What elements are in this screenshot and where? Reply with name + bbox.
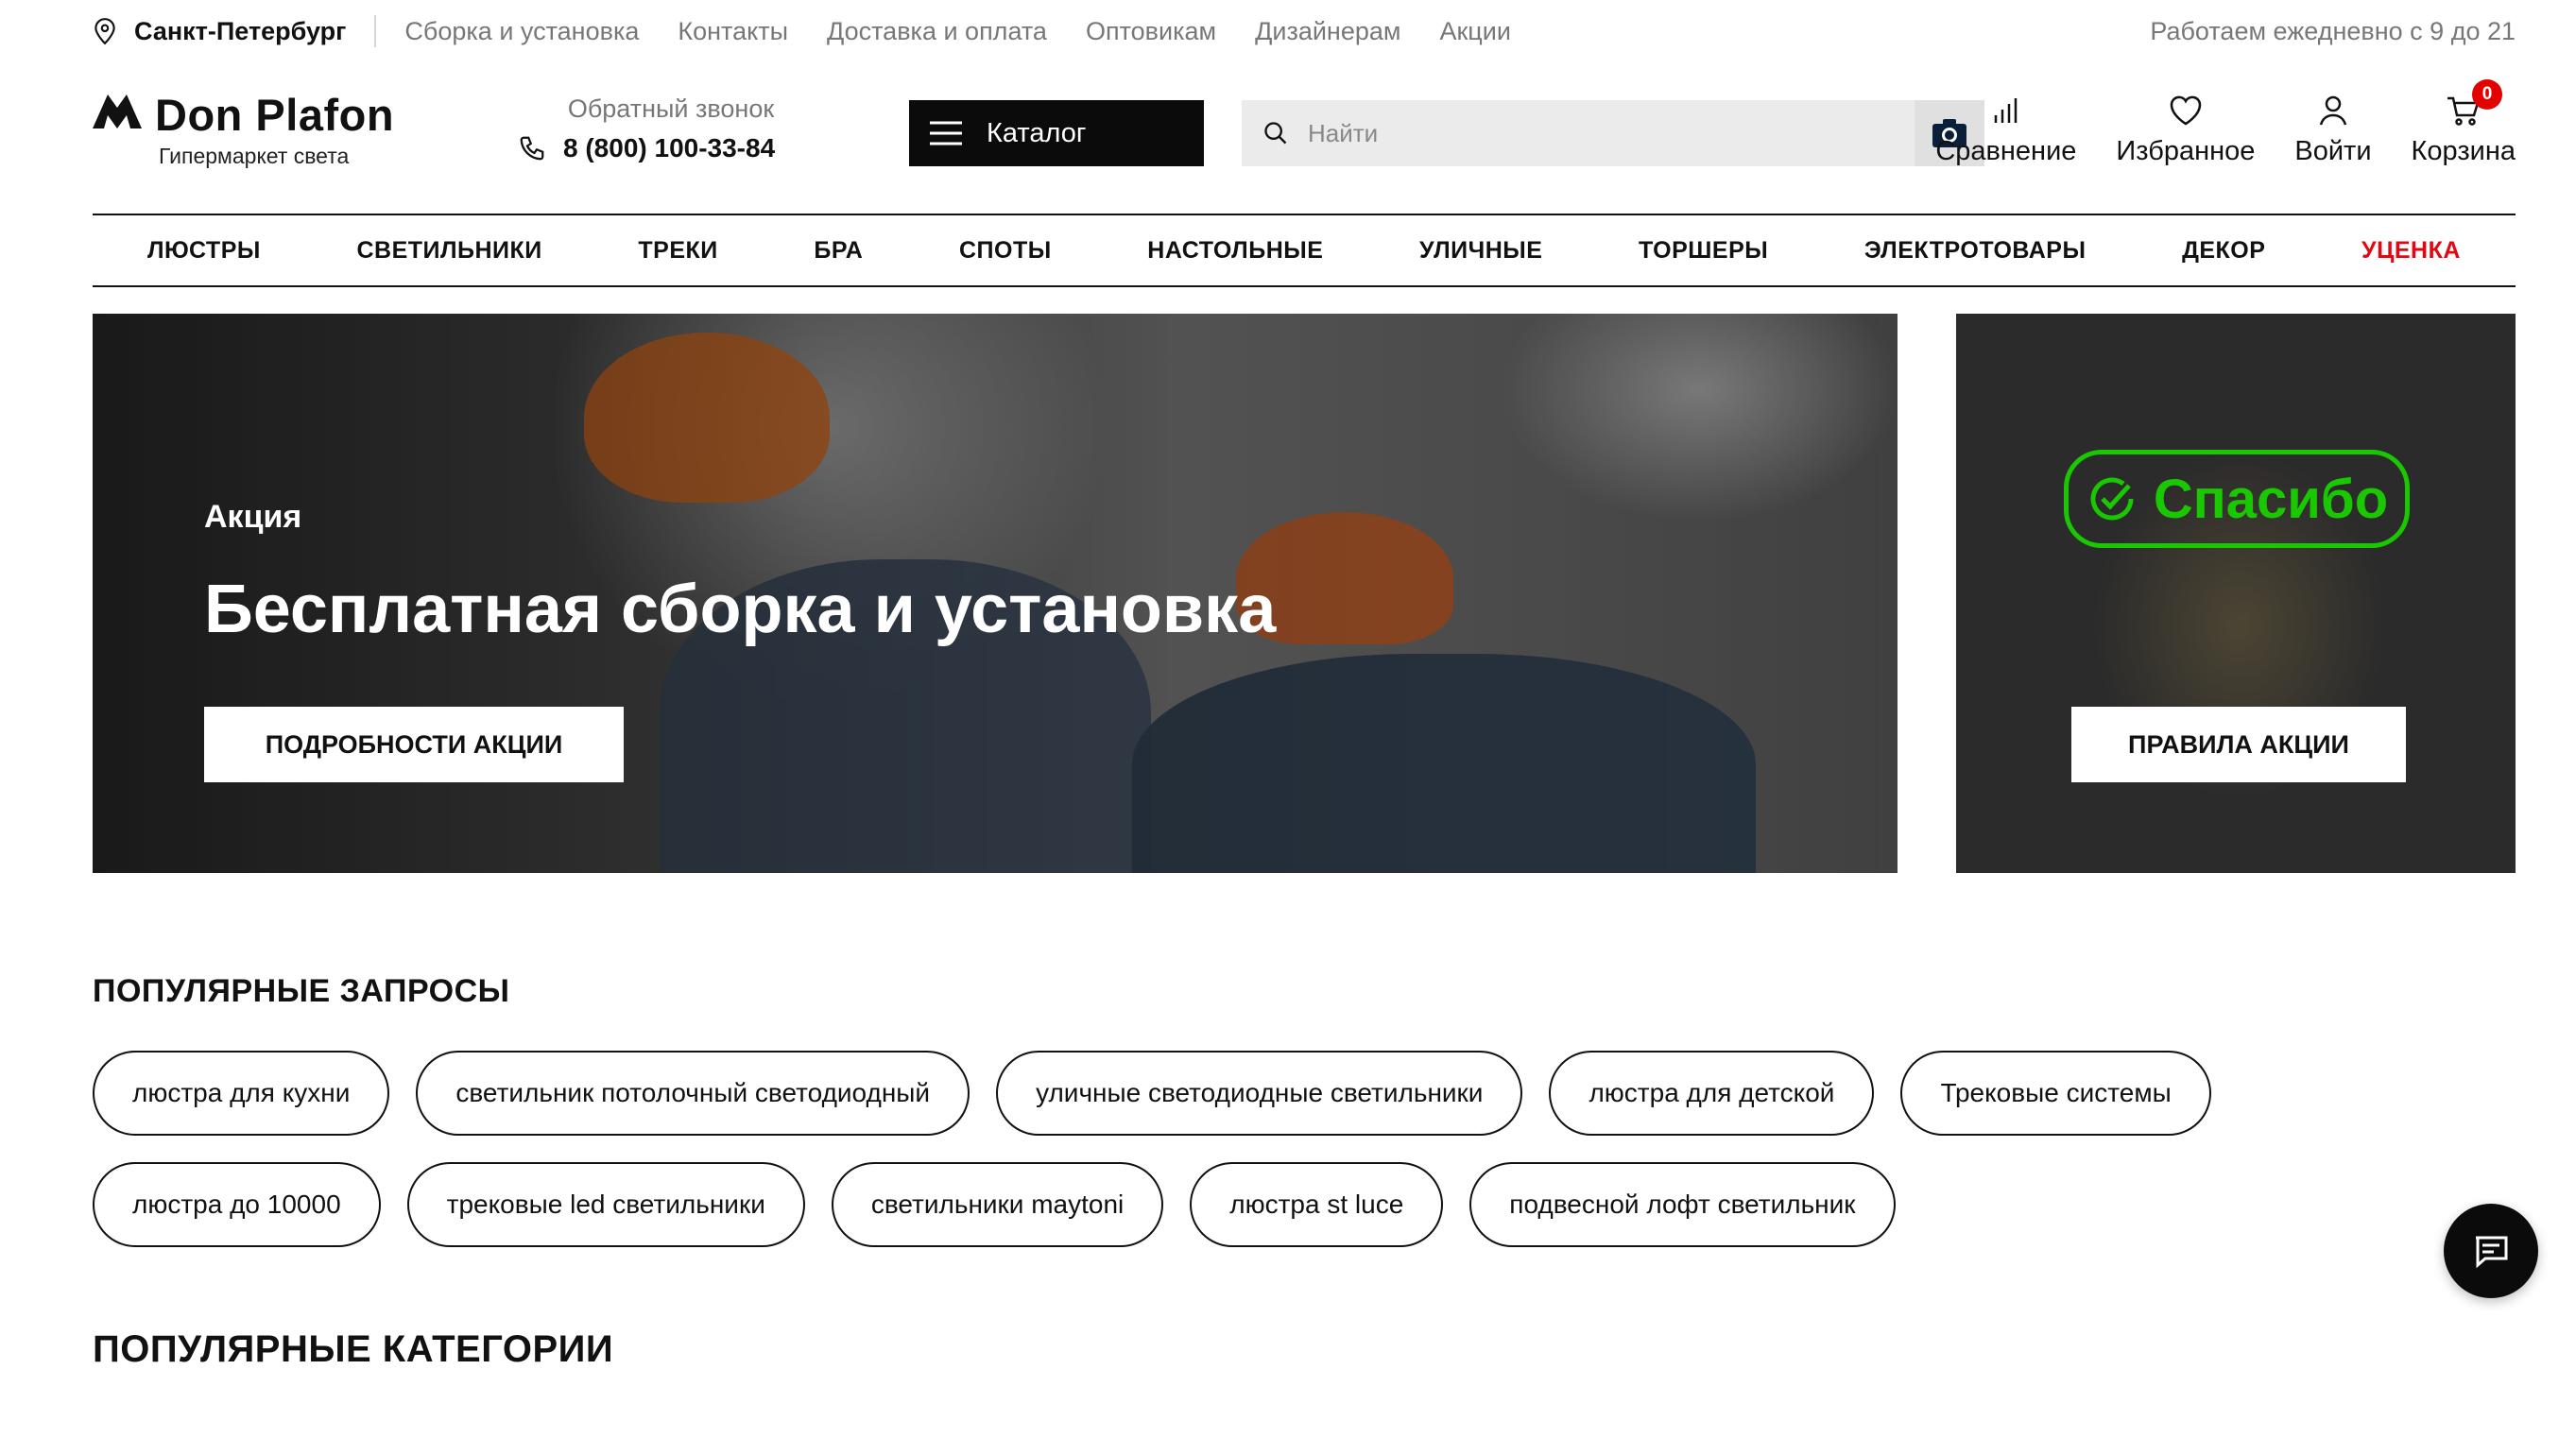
callback-block: Обратный звонок 8 (800) 100-33-84	[518, 94, 801, 163]
nav-item-chandeliers[interactable]: ЛЮСТРЫ	[147, 237, 261, 265]
nav-item-electrical[interactable]: ЭЛЕКТРОТОВАРЫ	[1864, 237, 2087, 265]
compare-label: Сравнение	[1935, 136, 2077, 166]
hero-title: Бесплатная сборка и установка	[204, 572, 1277, 647]
hero-banner[interactable]: Акция Бесплатная сборка и установка ПОДР…	[93, 314, 1898, 873]
search-icon	[1264, 122, 1287, 145]
search-input[interactable]	[1308, 118, 1894, 148]
hero-kicker: Акция	[204, 499, 302, 535]
catalog-label: Каталог	[987, 117, 1087, 148]
query-chip[interactable]: люстра для кухни	[93, 1051, 390, 1136]
cart-count-badge: 0	[2472, 79, 2502, 110]
nav-item-tracks[interactable]: ТРЕКИ	[638, 237, 717, 265]
top-link-assembly[interactable]: Сборка и установка	[404, 17, 639, 46]
favorites-label: Избранное	[2116, 136, 2256, 166]
nav-item-lamps[interactable]: СВЕТИЛЬНИКИ	[356, 237, 541, 265]
top-links: Сборка и установка Контакты Доставка и о…	[404, 17, 1511, 46]
nav-item-outdoor[interactable]: УЛИЧНЫЕ	[1419, 237, 1542, 265]
category-nav: ЛЮСТРЫ СВЕТИЛЬНИКИ ТРЕКИ БРА СПОТЫ НАСТО…	[93, 214, 2516, 287]
popular-queries-title: ПОПУЛЯРНЫЕ ЗАПРОСЫ	[93, 973, 510, 1009]
heart-icon	[2170, 95, 2202, 126]
top-link-wholesale[interactable]: Оптовикам	[1086, 17, 1216, 46]
spasibo-badge: Спасибо	[2064, 450, 2410, 548]
favorites-button[interactable]: Избранное	[2116, 91, 2255, 167]
check-circle-icon	[2090, 477, 2134, 521]
callback-link[interactable]: Обратный звонок	[518, 94, 801, 124]
nav-item-floor-lamps[interactable]: ТОРШЕРЫ	[1639, 237, 1768, 265]
bar-chart-icon	[1994, 98, 2018, 123]
nav-item-spots[interactable]: СПОТЫ	[959, 237, 1052, 265]
catalog-button[interactable]: Каталог	[909, 100, 1204, 166]
top-link-promotions[interactable]: Акции	[1439, 17, 1510, 46]
chat-button[interactable]	[2444, 1204, 2538, 1298]
query-chip[interactable]: люстра st luce	[1190, 1162, 1444, 1247]
logo-name: Don Plafon	[155, 90, 395, 140]
top-link-delivery[interactable]: Доставка и оплата	[827, 17, 1047, 46]
user-icon	[2319, 95, 2347, 126]
header-actions: Сравнение Избранное Войти 0 Корзина	[1935, 79, 2516, 167]
promo-details-button[interactable]: ПОДРОБНОСТИ АКЦИИ	[204, 707, 624, 782]
query-chip[interactable]: светильник потолочный светодиодный	[416, 1051, 970, 1136]
login-button[interactable]: Войти	[2294, 91, 2372, 167]
query-chips-row-1: люстра для кухни светильник потолочный с…	[93, 1051, 2266, 1136]
popular-categories-title: ПОПУЛЯРНЫЕ КАТЕГОРИИ	[93, 1328, 614, 1370]
top-utility-bar: Санкт-Петербург Сборка и установка Конта…	[93, 0, 2516, 62]
phone-icon	[520, 136, 544, 161]
query-chip[interactable]: уличные светодиодные светильники	[996, 1051, 1523, 1136]
divider	[374, 15, 377, 47]
top-link-designers[interactable]: Дизайнерам	[1255, 17, 1400, 46]
query-chip[interactable]: Трековые системы	[1900, 1051, 2211, 1136]
working-hours: Работаем ежедневно с 9 до 21	[2150, 16, 2516, 45]
city-name: Санкт-Петербург	[134, 16, 347, 45]
map-pin-icon	[94, 18, 115, 45]
cart-button[interactable]: 0 Корзина	[2411, 79, 2516, 167]
top-link-contacts[interactable]: Контакты	[678, 17, 788, 46]
search-bar	[1242, 100, 1984, 166]
logo-tagline: Гипермаркет света	[159, 144, 350, 168]
phone-number: 8 (800) 100-33-84	[563, 133, 776, 163]
query-chip[interactable]: светильники maytoni	[831, 1162, 1164, 1247]
city-selector[interactable]: Санкт-Петербург	[93, 17, 374, 46]
chat-icon	[2476, 1236, 2508, 1269]
nav-item-table-lamps[interactable]: НАСТОЛЬНЫЕ	[1147, 237, 1323, 265]
side-promo-banner[interactable]: Спасибо ПРАВИЛА АКЦИИ	[1956, 314, 2516, 873]
cart-label: Корзина	[2411, 136, 2516, 166]
nav-item-decor[interactable]: ДЕКОР	[2182, 237, 2265, 265]
query-chip[interactable]: люстра до 10000	[93, 1162, 381, 1247]
hamburger-icon	[930, 121, 962, 146]
query-chip[interactable]: трековые led светильники	[406, 1162, 805, 1247]
query-chip[interactable]: подвесной лофт светильник	[1469, 1162, 1896, 1247]
site-header: Don Plafon Гипермаркет света Обратный зв…	[93, 79, 2516, 180]
promo-rules-button[interactable]: ПРАВИЛА АКЦИИ	[2071, 707, 2406, 782]
phone-link[interactable]: 8 (800) 100-33-84	[518, 133, 801, 163]
compare-button[interactable]: Сравнение	[1935, 91, 2076, 167]
nav-item-sconces[interactable]: БРА	[814, 237, 863, 265]
nav-item-sale[interactable]: УЦЕНКА	[2361, 237, 2461, 265]
spasibo-text: Спасибо	[2153, 468, 2389, 530]
logo[interactable]: Don Plafon Гипермаркет света	[93, 85, 404, 170]
login-label: Войти	[2294, 136, 2372, 166]
query-chip[interactable]: люстра для детской	[1549, 1051, 1875, 1136]
logo-mark-icon	[93, 94, 142, 128]
query-chips-row-2: люстра до 10000 трековые led светильники…	[93, 1162, 2266, 1247]
